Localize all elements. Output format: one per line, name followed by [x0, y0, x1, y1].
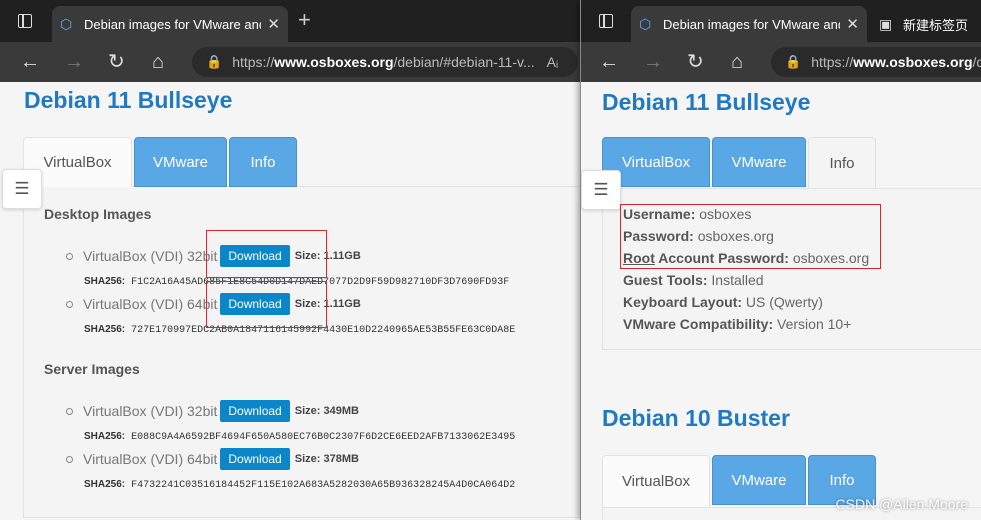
download-button[interactable]: Download: [220, 400, 290, 422]
desktop-images-title: Desktop Images: [44, 206, 152, 222]
new-tab-icon[interactable]: +: [298, 9, 311, 31]
page-heading: Debian 11 Bullseye: [602, 89, 811, 115]
url-path: /debian/#debian-11-v...: [393, 54, 535, 70]
highlight-box: [620, 204, 881, 269]
page-content: Debian 11 Bullseye VirtualBox VMware Inf…: [581, 82, 981, 520]
home-icon[interactable]: ⌂: [731, 50, 743, 74]
highlight-box: [206, 230, 327, 278]
image-name: VirtualBox (VDI) 64bit: [83, 296, 218, 312]
tab-title: Debian images for VMware and V: [663, 16, 841, 32]
tab-info[interactable]: Info: [229, 137, 297, 187]
keyboard-label: Keyboard Layout:: [623, 294, 743, 310]
back-arrow-icon[interactable]: ←: [599, 50, 619, 74]
size-value: 349MB: [323, 405, 359, 417]
settings-sliders-icon[interactable]: ☰: [2, 169, 42, 209]
list-item: VirtualBox (VDI) 32bit Download Size: 34…: [66, 400, 359, 422]
tab-title: Debian images for VMware and V: [84, 16, 262, 32]
sha-label: SHA256:: [84, 276, 126, 287]
browser-window-right: ⬡ Debian images for VMware and V ✕ ▣ 新建标…: [580, 0, 981, 520]
highlight-box: [206, 281, 327, 328]
sha-value: F4732241C03516184452F115E102A683A5282030…: [131, 480, 516, 491]
nav-toolbar: ← → ↻ ⌂ 🔒 https://www.osboxes.org/debian…: [0, 42, 580, 82]
sha-label: SHA256:: [84, 431, 126, 442]
lock-icon: 🔒: [206, 54, 223, 69]
size-label: Size:: [294, 453, 321, 465]
forward-arrow-icon[interactable]: →: [64, 50, 84, 74]
close-tab-icon[interactable]: ✕: [846, 15, 859, 33]
tab-strip: ⬡ Debian images for VMware and V ✕ +: [0, 0, 580, 42]
sha256-line: SHA256: F4732241C03516184452F115E102A683A…: [84, 479, 515, 491]
reader-mode-icon[interactable]: Aᵢ: [547, 54, 559, 70]
new-tab-page-icon: ▣: [879, 16, 893, 32]
tab-strip: ⬡ Debian images for VMware and V ✕ ▣ 新建标…: [581, 0, 981, 42]
forward-arrow-icon[interactable]: →: [643, 50, 663, 74]
home-icon[interactable]: ⌂: [152, 50, 164, 74]
address-bar[interactable]: 🔒 https://www.osboxes.org/d: [771, 47, 981, 77]
section-heading: Debian 10 Buster: [602, 405, 790, 431]
sha-value: E088C9A4A6592BF4694F650A580EC76B0C2307F6…: [131, 432, 516, 443]
tab-new-page[interactable]: ▣ 新建标签页: [871, 6, 981, 42]
guest-tools-line: Guest Tools: Installed: [623, 272, 764, 288]
compat-value: Version 10+: [777, 316, 852, 332]
tab-title: 新建标签页: [903, 17, 969, 33]
lock-icon: 🔒: [785, 54, 802, 69]
compat-label: VMware Compatibility:: [623, 316, 774, 332]
nav-toolbar: ← → ↻ ⌂ 🔒 https://www.osboxes.org/d: [581, 42, 981, 82]
keyboard-line: Keyboard Layout: US (Qwerty): [623, 294, 823, 310]
tab-vmware[interactable]: VMware: [712, 455, 806, 505]
server-images-title: Server Images: [44, 361, 140, 377]
tab-actions-icon[interactable]: [595, 10, 617, 32]
download-button[interactable]: Download: [220, 448, 290, 470]
tab-vmware[interactable]: VMware: [134, 137, 227, 187]
osboxes-favicon-icon: ⬡: [60, 16, 73, 32]
image-name: VirtualBox (VDI) 32bit: [83, 403, 218, 419]
sha256-line: SHA256: E088C9A4A6592BF4694F650A580EC76B0…: [84, 431, 515, 443]
settings-sliders-icon[interactable]: ☰: [581, 170, 621, 210]
tab-debian-images[interactable]: ⬡ Debian images for VMware and V ✕: [52, 6, 288, 42]
sha-label: SHA256:: [84, 479, 126, 490]
watermark: CSDN @Allen Moore: [835, 496, 968, 512]
size-value: 1.11GB: [323, 250, 361, 262]
url-scheme: https://: [811, 54, 854, 70]
tab-virtualbox[interactable]: VirtualBox: [602, 455, 710, 507]
osboxes-favicon-icon: ⬡: [639, 16, 652, 32]
url-host: www.osboxes.org: [853, 54, 973, 70]
list-item: VirtualBox (VDI) 64bit Download Size: 37…: [66, 448, 359, 470]
keyboard-value: US (Qwerty): [745, 294, 823, 310]
image-name: VirtualBox (VDI) 32bit: [83, 248, 218, 264]
tab-vmware[interactable]: VMware: [712, 137, 806, 187]
url-host: www.osboxes.org: [274, 54, 394, 70]
page-content: Debian 11 Bullseye VirtualBox VMware Inf…: [0, 82, 580, 520]
tab-debian-images[interactable]: ⬡ Debian images for VMware and V ✕: [631, 6, 867, 42]
size-value: 1.11GB: [323, 298, 361, 310]
size-value: 378MB: [323, 453, 359, 465]
tab-actions-icon[interactable]: [14, 10, 36, 32]
image-name: VirtualBox (VDI) 64bit: [83, 451, 218, 467]
page-heading: Debian 11 Bullseye: [24, 87, 233, 113]
guest-tools-value: Installed: [711, 272, 764, 288]
size-label: Size:: [294, 405, 321, 417]
sha-label: SHA256:: [84, 324, 126, 335]
refresh-icon[interactable]: ↻: [687, 50, 704, 74]
close-tab-icon[interactable]: ✕: [267, 15, 280, 33]
url-scheme: https://: [232, 54, 275, 70]
address-bar[interactable]: 🔒 https://www.osboxes.org/debian/#debian…: [192, 47, 578, 77]
compat-line: VMware Compatibility: Version 10+: [623, 316, 851, 332]
refresh-icon[interactable]: ↻: [108, 50, 125, 74]
back-arrow-icon[interactable]: ←: [20, 50, 40, 74]
guest-tools-label: Guest Tools:: [623, 272, 708, 288]
browser-window-left: ⬡ Debian images for VMware and V ✕ + ← →…: [0, 0, 580, 520]
url-path: /d: [972, 54, 981, 70]
tab-info[interactable]: Info: [808, 137, 876, 188]
